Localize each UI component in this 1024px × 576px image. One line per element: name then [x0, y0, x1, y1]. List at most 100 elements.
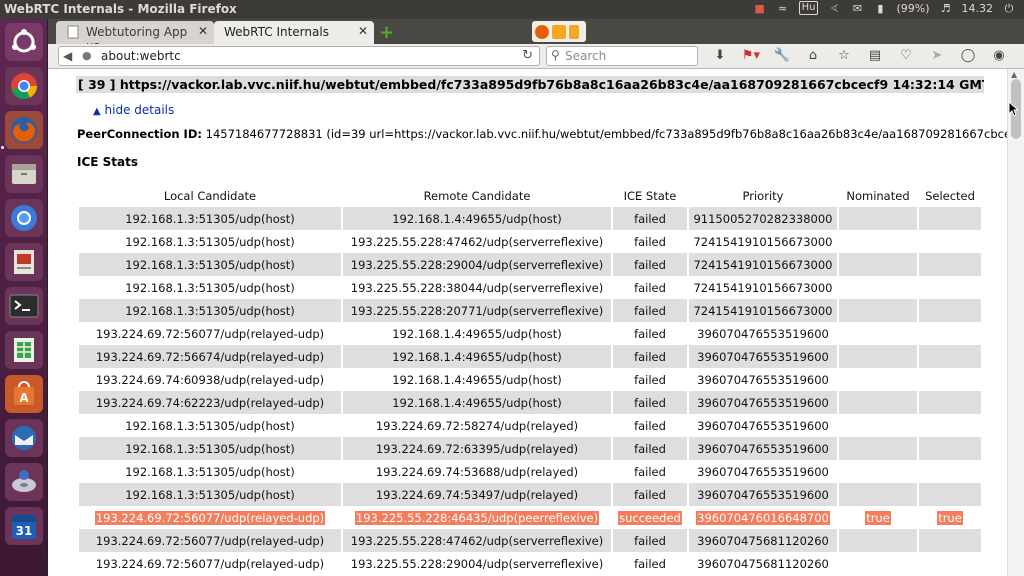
- tab-tray: [532, 21, 586, 42]
- column-header: Priority: [742, 188, 784, 203]
- cell-value: 193.225.55.228:38044/udp(serverreflexive…: [350, 280, 604, 295]
- disk-icon[interactable]: [5, 463, 43, 501]
- table-cell-local: 193.224.69.74:60938/udp(relayed-udp): [79, 368, 341, 391]
- menu-icon[interactable]: ☰: [1018, 47, 1024, 65]
- scroll-up-arrow-icon[interactable]: ▲: [1011, 70, 1017, 79]
- column-header: ICE State: [623, 188, 677, 203]
- presentation-icon[interactable]: [5, 243, 43, 281]
- cell-value: 192.168.1.4:49655/udp(host): [392, 372, 562, 387]
- table-cell-state: failed: [613, 276, 687, 299]
- pocket-icon[interactable]: ♡: [894, 47, 918, 65]
- table-cell-priority: 396070476553519600: [689, 391, 837, 414]
- cell-value: failed: [634, 234, 666, 249]
- column-header: Selected: [925, 188, 975, 203]
- table-cell-selected: [919, 322, 981, 345]
- chrome-icon[interactable]: [5, 67, 43, 105]
- camera-icon[interactable]: ■: [753, 2, 767, 15]
- power-icon[interactable]: ⏻: [1002, 2, 1016, 15]
- cell-value: failed: [634, 556, 666, 571]
- bluetooth-icon[interactable]: ∢: [827, 2, 841, 15]
- vertical-scrollbar[interactable]: ▲: [1007, 69, 1024, 576]
- cell-value: 192.168.1.4:49655/udp(host): [392, 211, 562, 226]
- table-row: 192.168.1.3:51305/udp(host) 193.224.69.74…: [79, 483, 981, 506]
- cell-value: 7241541910156673000: [693, 280, 833, 295]
- keyboard-layout-indicator[interactable]: Hu: [798, 1, 819, 15]
- cell-value: 193.224.69.74:62223/udp(relayed-udp): [95, 395, 325, 410]
- table-cell-local: 193.224.69.72:56077/udp(relayed-udp): [79, 506, 341, 529]
- cell-value: failed: [634, 487, 666, 502]
- table-cell-remote: 192.168.1.4:49655/udp(host): [343, 391, 611, 414]
- firefox-icon[interactable]: [5, 111, 43, 149]
- table-cell-selected: [919, 299, 981, 322]
- new-tab-icon[interactable]: +: [379, 22, 394, 43]
- cell-value: failed: [634, 533, 666, 548]
- cell-value: 396070476553519600: [697, 487, 829, 502]
- language-flag-icon[interactable]: ⚑▾: [739, 47, 763, 65]
- peerconnection-header[interactable]: [ 39 ] https://vackor.lab.vvc.niif.hu/we…: [76, 76, 984, 93]
- spreadsheet-icon[interactable]: [5, 331, 43, 369]
- hide-details-label: hide details: [104, 103, 175, 117]
- video-camera-icon[interactable]: [552, 24, 566, 39]
- terminal-icon[interactable]: [5, 287, 43, 325]
- wrench-icon[interactable]: 🔧: [770, 47, 794, 65]
- table-cell-priority: 7241541910156673000: [689, 230, 837, 253]
- mail-icon[interactable]: ✉: [850, 2, 864, 15]
- reload-icon[interactable]: ↻: [522, 48, 533, 63]
- battery-percent[interactable]: (99%): [896, 2, 929, 15]
- battery-icon[interactable]: ▮: [873, 2, 887, 15]
- table-cell-state: failed: [613, 368, 687, 391]
- clock[interactable]: 14.32: [962, 2, 994, 15]
- table-row: 192.168.1.3:51305/udp(host) 193.224.69.72…: [79, 437, 981, 460]
- close-icon[interactable]: ✕: [358, 24, 368, 38]
- close-icon[interactable]: ✕: [198, 24, 208, 38]
- identity-icon[interactable]: ●: [82, 49, 92, 62]
- url-text[interactable]: about:webrtc: [101, 49, 181, 63]
- software-center-icon[interactable]: A: [5, 375, 43, 413]
- table-cell-nominated: [839, 345, 917, 368]
- cell-value: 396070476553519600: [697, 326, 829, 341]
- table-cell-remote: 192.168.1.4:49655/udp(host): [343, 368, 611, 391]
- cell-value: 396070476553519600: [697, 349, 829, 364]
- cell-value: 192.168.1.4:49655/udp(host): [392, 326, 562, 341]
- chat-icon[interactable]: ◯: [956, 47, 980, 65]
- back-icon[interactable]: ◀: [63, 49, 77, 63]
- table-row: 192.168.1.3:51305/udp(host) 193.224.69.74…: [79, 460, 981, 483]
- cell-value: 396070476553519600: [697, 464, 829, 479]
- ubuntu-dash-icon[interactable]: [5, 23, 43, 61]
- volume-icon[interactable]: ♬: [939, 2, 953, 15]
- tab-webrtc-internals[interactable]: WebRTC Internals ✕: [214, 21, 374, 44]
- cell-value: failed: [634, 303, 666, 318]
- download-icon[interactable]: ⬇: [708, 47, 732, 65]
- url-bar[interactable]: ◀ ● about:webrtc ↻: [58, 46, 540, 66]
- search-bar[interactable]: ⚲ Search: [546, 46, 698, 66]
- cell-value: 193.224.69.72:58274/udp(relayed): [375, 418, 579, 433]
- table-cell-state: succeeded: [613, 506, 687, 529]
- column-header: Remote Candidate: [423, 188, 531, 203]
- home-icon[interactable]: ⌂: [801, 47, 825, 65]
- thunderbird-icon[interactable]: [5, 419, 43, 457]
- table-cell-selected: [919, 345, 981, 368]
- files-icon[interactable]: [5, 155, 43, 193]
- table-cell-local: 193.224.69.72:56077/udp(relayed-udp): [79, 529, 341, 552]
- table-cell-remote: 193.225.55.228:46435/udp(peerreflexive): [343, 506, 611, 529]
- microphone-icon[interactable]: [569, 24, 579, 39]
- cell-value: 9115005270282338000: [693, 211, 833, 226]
- extension-icon[interactable]: ◉: [987, 47, 1011, 65]
- cell-value: 193.224.69.72:63395/udp(relayed): [375, 441, 579, 456]
- chromium-icon[interactable]: [5, 199, 43, 237]
- wifi-icon[interactable]: ≈: [776, 2, 790, 15]
- hide-details-link[interactable]: ▲ hide details: [93, 103, 174, 117]
- send-icon[interactable]: ➤: [925, 47, 949, 65]
- table-cell-remote: 193.225.55.228:47462/udp(serverreflexive…: [343, 529, 611, 552]
- bookmark-star-icon[interactable]: ☆: [832, 47, 856, 65]
- cell-value: 192.168.1.3:51305/udp(host): [125, 441, 295, 456]
- table-cell-local: 192.168.1.3:51305/udp(host): [79, 414, 341, 437]
- cell-value: 193.224.69.74:60938/udp(relayed-udp): [95, 372, 325, 387]
- cell-value: failed: [634, 372, 666, 387]
- tab-webtutoring[interactable]: Webtutoring App us... ✕: [56, 21, 214, 53]
- bookmarks-menu-icon[interactable]: ▤: [863, 47, 887, 65]
- table-row: 192.168.1.3:51305/udp(host) 193.225.55.22…: [79, 299, 981, 322]
- firefox-icon[interactable]: [535, 24, 549, 39]
- cell-value: failed: [634, 464, 666, 479]
- calendar-icon[interactable]: 31: [5, 507, 43, 545]
